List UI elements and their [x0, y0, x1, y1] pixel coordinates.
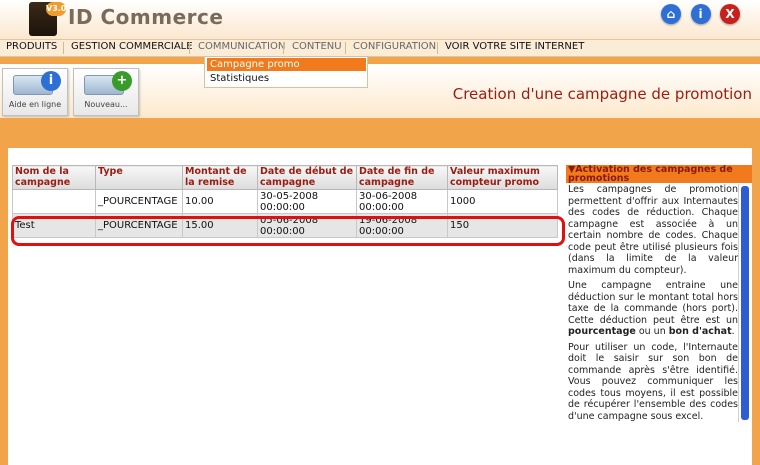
help-panel: ▼Activation des campagnes de promotions …	[566, 165, 752, 422]
cell-valeur-max: 1000	[447, 189, 558, 214]
info-icon[interactable]: i	[690, 4, 711, 24]
cell-montant: 15.00	[182, 213, 258, 238]
col-nom[interactable]: Nom de la campagne	[12, 165, 96, 190]
campaign-table: Nom de la campagne Type Montant de la re…	[12, 165, 558, 238]
help-panel-title[interactable]: ▼Activation des campagnes de promotions	[566, 165, 752, 183]
orange-band	[0, 118, 760, 148]
help-paragraph: Une campagne entraine une déduction sur …	[568, 280, 738, 337]
cell-date-debut: 30-05-2008 00:00:00	[257, 189, 357, 214]
help-scrollbar[interactable]	[738, 184, 752, 422]
menu-configuration[interactable]: CONFIGURATION	[353, 41, 436, 52]
menu-voir-site[interactable]: VOIR VOTRE SITE INTERNET	[445, 41, 584, 52]
menu-gestion-commerciale[interactable]: GESTION COMMERCIALE	[71, 41, 193, 52]
table-row[interactable]: Test _POURCENTAGE 15.00 05-06-2008 00:00…	[12, 213, 558, 238]
col-montant[interactable]: Montant de la remise	[182, 165, 258, 190]
col-date-debut[interactable]: Date de début de campagne	[257, 165, 357, 190]
col-valeur-max[interactable]: Valeur maximum compteur promo	[447, 165, 558, 190]
help-paragraph: Pour utiliser un code, l'Internaute doit…	[568, 341, 738, 422]
col-type[interactable]: Type	[95, 165, 183, 190]
table-header-row: Nom de la campagne Type Montant de la re…	[12, 165, 558, 190]
cell-date-debut: 05-06-2008 00:00:00	[257, 213, 357, 238]
table-row[interactable]: _POURCENTAGE 10.00 30-05-2008 00:00:00 3…	[12, 189, 558, 214]
col-date-fin[interactable]: Date de fin de campagne	[356, 165, 448, 190]
cell-date-fin: 30-06-2008 00:00:00	[356, 189, 448, 214]
dropdown-item-statistiques[interactable]: Statistiques	[207, 72, 366, 85]
menu-produits[interactable]: PRODUITS	[6, 41, 57, 52]
header-icons: ⌂ i X	[655, 4, 740, 24]
app-logo-title: ID Commerce	[68, 5, 224, 29]
close-icon[interactable]: X	[720, 4, 740, 24]
cell-valeur-max: 150	[447, 213, 558, 238]
home-icon[interactable]: ⌂	[661, 4, 681, 24]
menu-contenu[interactable]: CONTENU	[292, 41, 342, 52]
dropdown-item-campagne-promo[interactable]: Campagne promo	[207, 58, 366, 71]
new-button[interactable]: + Nouveau...	[73, 68, 139, 116]
help-button-label: Aide en ligne	[8, 100, 62, 109]
app-header: V3.0 ID Commerce ⌂ i X	[0, 0, 760, 39]
cell-type: _POURCENTAGE	[95, 189, 183, 214]
cell-date-fin: 19-06-2008 00:00:00	[356, 213, 448, 238]
cell-type: _POURCENTAGE	[95, 213, 183, 238]
cell-montant: 10.00	[182, 189, 258, 214]
new-button-label: Nouveau...	[84, 100, 128, 109]
help-button[interactable]: i Aide en ligne	[2, 68, 68, 116]
cell-nom: Test	[12, 213, 96, 238]
info-icon: i	[41, 71, 61, 91]
scrollbar-thumb[interactable]	[741, 186, 749, 420]
plus-icon: +	[112, 71, 132, 91]
communication-dropdown: Campagne promo Statistiques	[204, 56, 368, 88]
help-paragraph: Les campagnes de promotion permettent d'…	[568, 184, 738, 276]
menu-communication[interactable]: COMMUNICATION	[198, 41, 285, 52]
main-menu: PRODUITS GESTION COMMERCIALE COMMUNICATI…	[0, 39, 760, 57]
help-panel-body: Les campagnes de promotion permettent d'…	[566, 184, 740, 422]
page-title: Creation d'une campagne de promotion	[452, 85, 752, 103]
version-badge: V3.0	[46, 2, 66, 16]
cell-nom	[12, 189, 96, 214]
